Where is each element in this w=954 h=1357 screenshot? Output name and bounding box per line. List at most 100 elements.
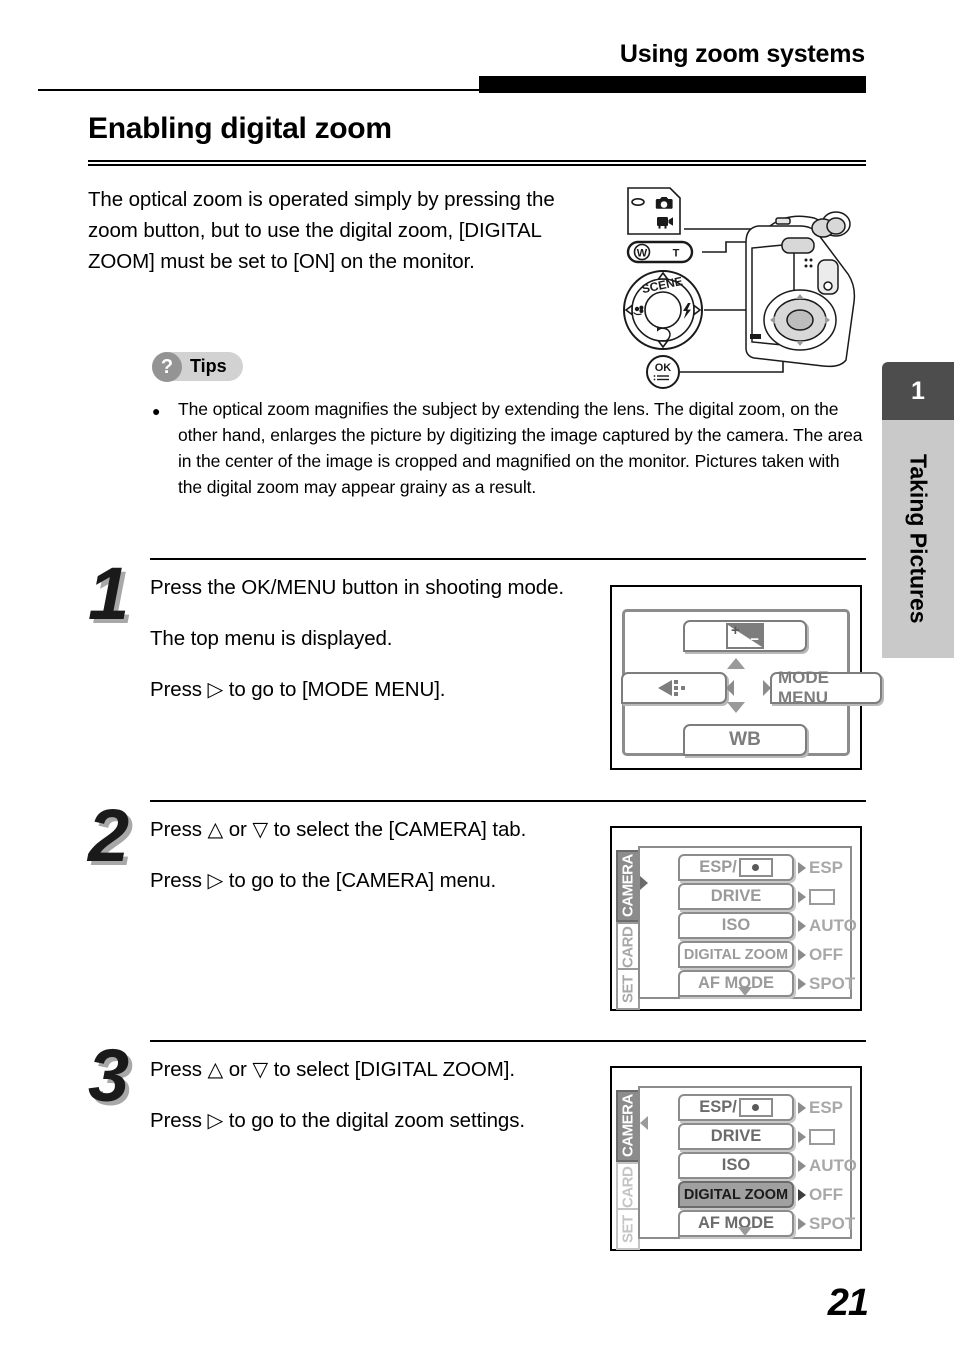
mode-tab-camera-label: CAMERA [619, 854, 637, 918]
chapter-number-tab: 1 [882, 362, 954, 420]
row-arrow-icon [798, 919, 806, 932]
nav-left-icon [726, 680, 734, 696]
step-paragraph: Press ▷ to go to [MODE MENU]. [150, 678, 446, 701]
step-body: Press △ or ▽ to select the [CAMERA] tab.… [150, 814, 620, 896]
mode-tab-card[interactable]: CARD [616, 922, 640, 972]
svg-text:OK: OK [655, 362, 672, 374]
row-value-af-mode: SPOT [809, 1213, 856, 1233]
exposure-minus-label: − [750, 631, 759, 648]
mode-tab-card[interactable]: CARD [616, 1162, 640, 1212]
row-arrow-icon [798, 1217, 806, 1230]
row-arrow-icon [798, 890, 806, 903]
menu-item-mode-menu[interactable]: MODE MENU [770, 668, 882, 707]
tips-badge: ? Tips [152, 352, 243, 382]
menu-row[interactable]: DRIVE [678, 883, 835, 910]
row-label-iso: ISO [678, 912, 794, 939]
exposure-compensation-icon: + − [726, 623, 764, 649]
drive-playback-icon [658, 680, 685, 696]
tips-text: The optical zoom magnifies the subject b… [178, 399, 863, 497]
nav-down-icon [727, 702, 745, 713]
row-value-iso: AUTO [809, 915, 857, 935]
step-paragraph: Press △ or ▽ to select [DIGITAL ZOOM]. [150, 1058, 515, 1081]
tips-body: ● The optical zoom magnifies the subject… [152, 396, 864, 500]
menu-row[interactable]: ESP/ ESP [678, 854, 843, 881]
step-paragraph: Press △ or ▽ to select the [CAMERA] tab. [150, 818, 527, 841]
row-arrow-icon [798, 1159, 806, 1172]
menu-item-drive[interactable] [621, 672, 727, 704]
mode-tab-strip: CAMERA CARD SET [616, 1090, 640, 1250]
spot-metering-icon [738, 858, 773, 877]
menu-row[interactable]: DRIVE [678, 1123, 835, 1150]
lcd-frame: ESP/ ESP DRIVE ISO AUTO DIGITAL ZOOM OFF… [638, 1086, 857, 1239]
intro-paragraph: The optical zoom is operated simply by p… [88, 188, 555, 273]
row-value-esp: ESP [809, 857, 844, 877]
menu-row[interactable]: ISO AUTO [678, 912, 857, 939]
svg-text:W: W [637, 248, 648, 260]
menu-row[interactable]: DIGITAL ZOOM OFF [678, 1181, 843, 1208]
mode-menu-screen-step3: CAMERA CARD SET ESP/ ESP DRIVE ISO AUTO [610, 1066, 862, 1251]
row-label-digital-zoom: DIGITAL ZOOM [678, 1181, 794, 1208]
mode-tab-strip: CAMERA CARD SET [616, 850, 640, 1010]
top-menu-screen: + − MODE MENU WB [610, 585, 882, 770]
row-value-digital-zoom: OFF [809, 1184, 843, 1204]
step-paragraph: Press the OK/MENU button in shooting mod… [150, 576, 564, 599]
mode-menu-label: MODE MENU [778, 668, 829, 707]
row-label-esp: ESP/ [678, 1094, 794, 1121]
row-arrow-icon [798, 861, 806, 874]
mode-tab-camera-label: CAMERA [619, 1094, 637, 1158]
mode-menu-screen-step2: CAMERA CARD SET ESP/ ESP DRIVE ISO AUTO … [610, 826, 862, 1011]
row-arrow-icon [798, 1130, 806, 1143]
menu-row[interactable]: AF MODE SPOT [678, 1210, 855, 1237]
menu-row[interactable]: ISO AUTO [678, 1152, 857, 1179]
single-frame-icon [809, 888, 835, 905]
row-arrow-icon [798, 977, 806, 990]
step-divider [150, 1040, 866, 1042]
step-body: Press △ or ▽ to select [DIGITAL ZOOM]. P… [150, 1054, 620, 1136]
mode-tab-card-label: CARD [619, 926, 637, 968]
row-label-af-mode: AF MODE [678, 970, 794, 997]
row-label-drive: DRIVE [678, 1123, 794, 1150]
esp-label: ESP/ [699, 1098, 737, 1116]
row-value-esp: ESP [809, 1097, 844, 1117]
step-number: 2 [88, 794, 129, 877]
row-label-af-mode: AF MODE [678, 1210, 794, 1237]
title-divider [88, 160, 866, 166]
camera-illustration: W T SCENE OK [618, 182, 868, 397]
row-arrow-icon [798, 1188, 806, 1201]
row-value-af-mode: SPOT [809, 973, 856, 993]
page-number: 21 [827, 1282, 869, 1324]
mode-tab-set-label: SET [619, 1215, 637, 1243]
row-value-iso: AUTO [809, 1155, 857, 1175]
row-label-drive: DRIVE [678, 883, 794, 910]
menu-row[interactable]: ESP/ ESP [678, 1094, 843, 1121]
wb-label: WB [729, 729, 761, 750]
nav-up-icon [727, 658, 745, 669]
step-divider [150, 800, 866, 802]
mode-tab-camera[interactable]: CAMERA [616, 850, 640, 922]
mode-tab-set[interactable]: SET [616, 968, 640, 1010]
row-value-digital-zoom: OFF [809, 944, 843, 964]
mode-tab-card-label: CARD [619, 1166, 637, 1208]
menu-item-exposure[interactable]: + − [683, 620, 807, 652]
header-rule-thin [38, 89, 488, 91]
chapter-title-label: Taking Pictures [905, 454, 932, 624]
svg-text:T: T [673, 248, 680, 260]
esp-label: ESP/ [699, 858, 737, 876]
row-label-digital-zoom: DIGITAL ZOOM [678, 941, 794, 968]
lcd-frame: + − MODE MENU WB [621, 609, 882, 756]
menu-row[interactable]: DIGITAL ZOOM OFF [678, 941, 843, 968]
menu-item-wb[interactable]: WB [683, 724, 807, 756]
step-paragraph: The top menu is displayed. [150, 627, 393, 650]
step-number: 1 [88, 552, 129, 635]
row-label-iso: ISO [678, 1152, 794, 1179]
question-mark-icon: ? [152, 352, 182, 382]
exposure-plus-label: + [731, 622, 740, 639]
row-arrow-icon [798, 948, 806, 961]
running-head: Using zoom systems [619, 40, 865, 68]
mode-tab-camera[interactable]: CAMERA [616, 1090, 640, 1162]
single-frame-icon [809, 1128, 835, 1145]
mode-tab-set[interactable]: SET [616, 1208, 640, 1250]
menu-row[interactable]: AF MODE SPOT [678, 970, 855, 997]
lcd-frame: ESP/ ESP DRIVE ISO AUTO DIGITAL ZOOM OFF… [638, 846, 857, 999]
mode-tab-set-label: SET [619, 975, 637, 1003]
